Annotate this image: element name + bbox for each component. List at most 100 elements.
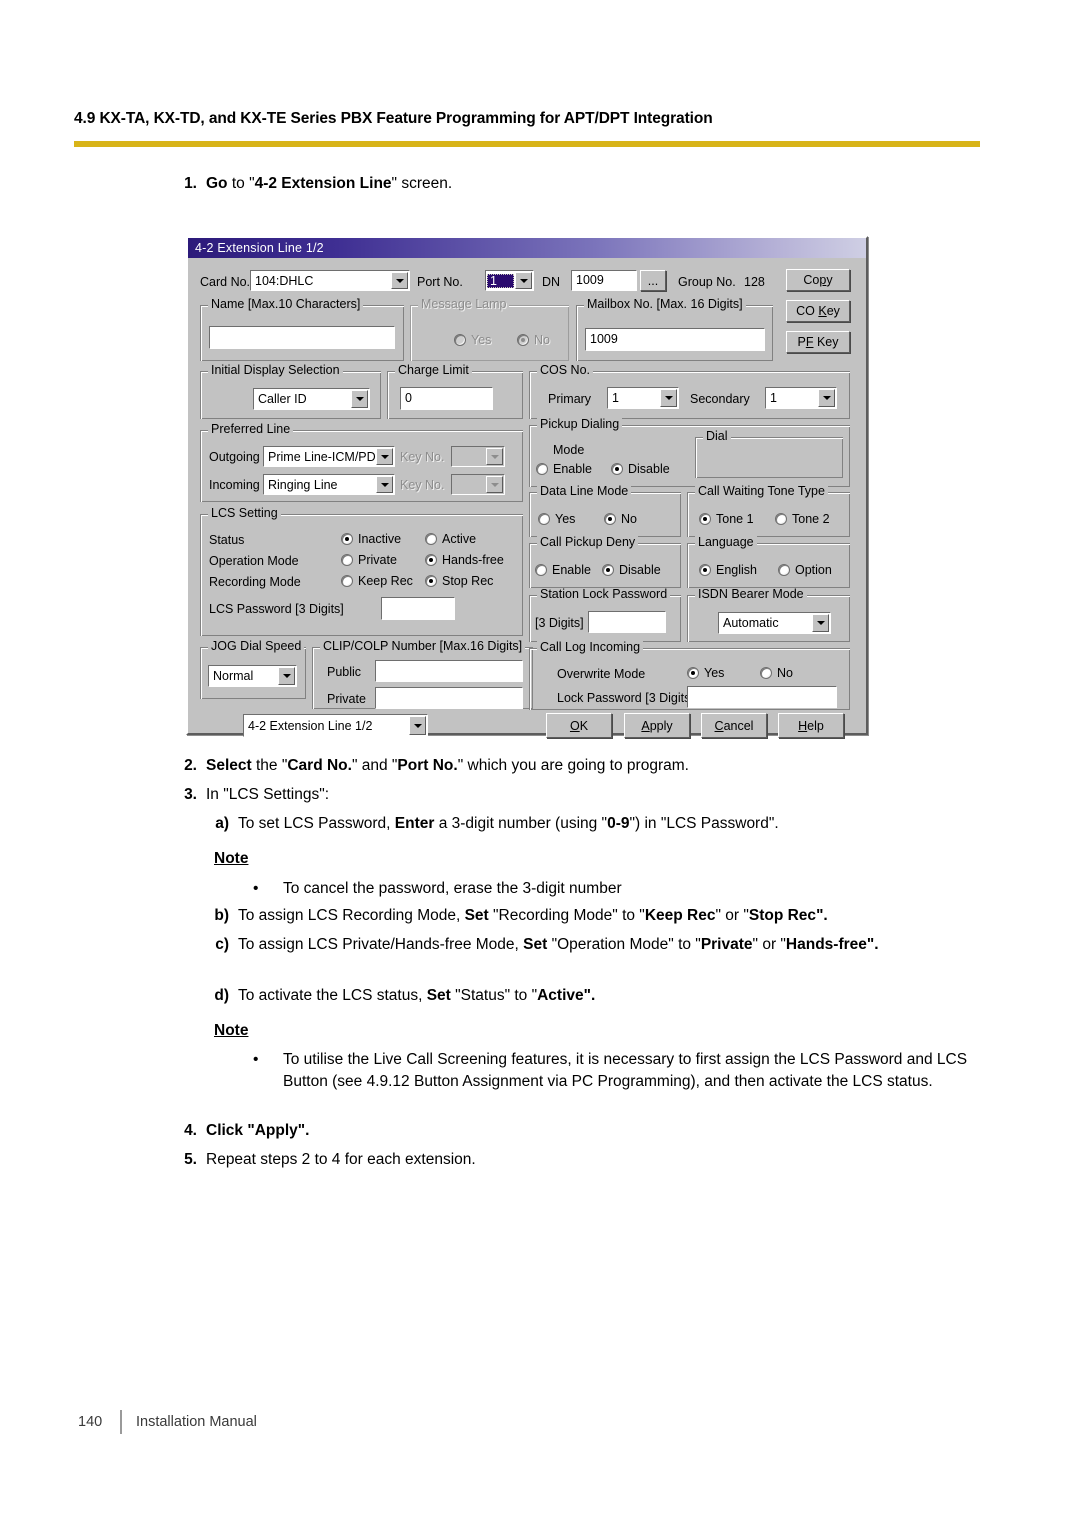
port-no-value: 1 [487,273,514,288]
overwrite-yes-label: Yes [704,666,725,680]
cos-secondary-value: 1 [770,391,777,405]
dn-label: DN [542,275,561,289]
call-waiting-tone1-radio[interactable]: Tone 1 [699,512,754,526]
step-3a-bold-enter: Enter [394,815,435,832]
cos-primary-combo[interactable]: 1 [607,387,679,409]
outgoing-key-no-label: Key No. [400,450,445,464]
overwrite-yes-radio[interactable]: Yes [687,666,724,680]
lcs-password-label: LCS Password [3 Digits] [209,602,344,616]
pf-key-button[interactable]: PF Key [786,331,850,353]
data-line-yes-label: Yes [555,512,576,526]
pickup-enable-radio[interactable]: Enable [536,462,592,476]
chevron-down-icon[interactable] [376,448,393,465]
isdn-bearer-combo[interactable]: Automatic [718,612,831,634]
incoming-value: Ringing Line [268,477,338,492]
help-button[interactable]: Help [778,713,844,738]
lcs-recording-stop-radio[interactable]: Stop Rec [425,574,493,588]
dialog-titlebar[interactable]: 4-2 Extension Line 1/2 [188,238,866,258]
screen-selector-combo[interactable]: 4-2 Extension Line 1/2 [243,714,428,737]
message-lamp-yes-label: Yes [471,333,492,347]
step-3b-bold-set: Set [464,907,489,924]
step-2: 2. Select the "Card No." and "Port No." … [176,755,976,777]
radio-icon [602,564,614,576]
extension-line-dialog[interactable]: 4-2 Extension Line 1/2 Card No. 104:DHLC… [186,236,868,738]
initial-display-combo[interactable]: Caller ID [253,388,370,410]
clip-private-input[interactable] [375,687,523,709]
station-lock-input[interactable] [588,611,666,633]
lcs-setting-group: LCS Setting Status Inactive Active Opera… [200,507,523,636]
note-2-bullet-row: • To utilise the Live Call Screening fea… [245,1049,975,1094]
copy-button[interactable]: Copy [786,269,850,291]
chevron-down-icon[interactable] [376,476,393,493]
message-lamp-yes-radio: Yes [454,333,491,347]
lcs-status-inactive-radio[interactable]: Inactive [341,532,401,546]
lcs-password-input[interactable] [381,597,455,620]
lcs-recording-keep-radio[interactable]: Keep Rec [341,574,413,588]
dn-browse-label: ... [647,273,659,288]
step-1: 1. Go to "4-2 Extension Line" screen. [176,173,966,195]
footer-page-number: 140 [78,1414,103,1430]
step-3c-number: c) [215,936,229,953]
call-waiting-tone2-radio[interactable]: Tone 2 [775,512,830,526]
chevron-down-icon[interactable] [278,667,295,685]
radio-icon [778,564,790,576]
clip-public-input[interactable] [375,660,523,682]
charge-limit-input[interactable]: 0 [400,387,493,410]
incoming-key-no-combo [451,474,505,495]
step-3-text: In "LCS Settings": [206,786,330,803]
lcs-status-label: Status [209,533,245,547]
chevron-down-icon[interactable] [515,272,532,289]
overwrite-no-radio[interactable]: No [760,666,793,680]
isdn-bearer-group: ISDN Bearer Mode Automatic [687,588,850,642]
outgoing-combo[interactable]: Prime Line-ICM/PDN [263,446,395,467]
ok-button-label: OK [569,718,589,733]
co-key-button[interactable]: CO Key [786,300,850,322]
name-input[interactable] [209,326,395,349]
cancel-button[interactable]: Cancel [701,713,767,738]
radio-icon [425,533,437,545]
lcs-status-active-radio[interactable]: Active [425,532,476,546]
overwrite-no-label: No [777,666,793,680]
step-3c-text: To assign LCS Private/Hands-free Mode, S… [238,936,879,953]
radio-icon [517,334,529,346]
chevron-down-icon[interactable] [409,716,426,735]
jog-dial-speed-combo[interactable]: Normal [208,665,297,687]
chevron-down-icon [486,476,503,493]
initial-display-group: Initial Display Selection Caller ID [200,364,381,419]
name-group: Name [Max.10 Characters] [200,298,404,361]
preferred-line-group: Preferred Line Outgoing Prime Line-ICM/P… [200,423,523,502]
step-1-bold-screen: 4-2 Extension Line [254,175,392,192]
cos-no-caption: COS No. [537,364,594,376]
chevron-down-icon[interactable] [812,614,829,632]
apply-button[interactable]: Apply [624,713,690,738]
call-pickup-enable-radio[interactable]: Enable [535,563,591,577]
dn-field[interactable]: 1009 [571,270,637,291]
incoming-combo[interactable]: Ringing Line [263,474,395,495]
dn-browse-button[interactable]: ... [640,270,666,291]
chevron-down-icon[interactable] [391,272,408,289]
step-1-t1: to " [227,175,255,192]
cos-secondary-combo[interactable]: 1 [765,387,837,409]
port-no-combo[interactable]: 1 [485,270,534,291]
chevron-down-icon[interactable] [660,389,677,407]
mailbox-input[interactable]: 1009 [585,328,765,351]
radio-icon [604,513,616,525]
pickup-disable-radio[interactable]: Disable [611,462,670,476]
chevron-down-icon[interactable] [351,390,368,408]
card-no-combo[interactable]: 104:DHLC [250,270,410,291]
cos-no-group: COS No. Primary 1 Secondary 1 [529,364,850,419]
call-waiting-tone1-label: Tone 1 [716,512,754,526]
data-line-yes-radio[interactable]: Yes [538,512,575,526]
lcs-operation-private-radio[interactable]: Private [341,553,397,567]
step-3b-bold-stop-rec: Stop Rec [748,907,817,924]
language-english-radio[interactable]: English [699,563,757,577]
step-3b-number: b) [214,907,229,924]
group-no-value: 128 [744,275,765,289]
chevron-down-icon[interactable] [818,389,835,407]
lock-password-input[interactable] [687,686,837,708]
lcs-operation-handsfree-radio[interactable]: Hands-free [425,553,504,567]
language-option-radio[interactable]: Option [778,563,832,577]
data-line-no-radio[interactable]: No [604,512,637,526]
call-pickup-disable-radio[interactable]: Disable [602,563,661,577]
ok-button[interactable]: OK [546,713,612,738]
